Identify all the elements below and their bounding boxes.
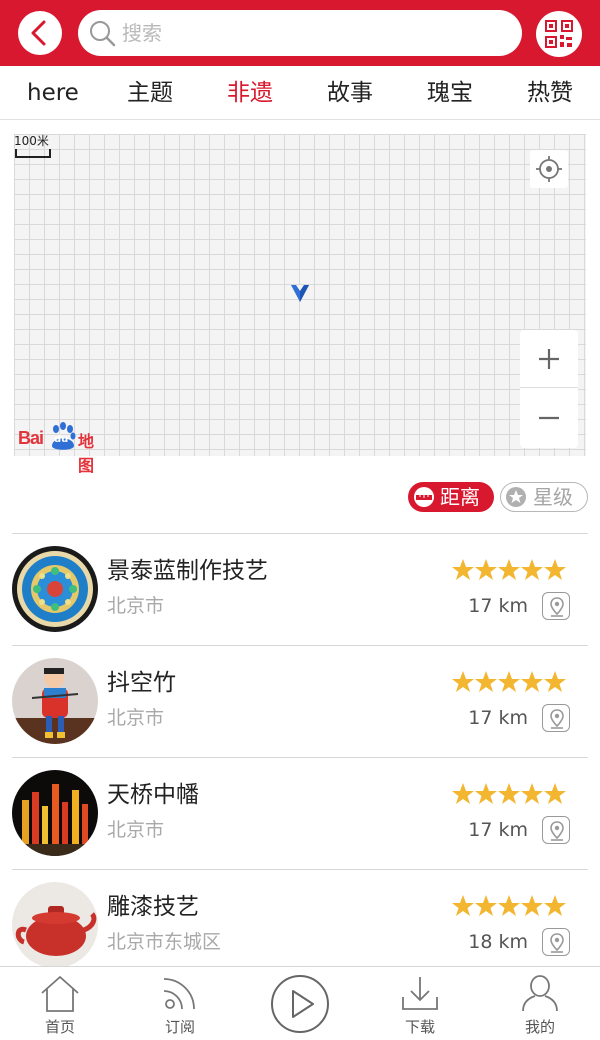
star-icon <box>452 895 474 916</box>
map-pin-button[interactable] <box>542 592 570 620</box>
sort-by-distance-button[interactable]: 距离 <box>408 482 494 512</box>
item-location: 北京市 <box>107 595 165 617</box>
nav-download-label: 下载 <box>404 1018 435 1036</box>
item-distance: 18 km <box>468 931 528 953</box>
star-icon <box>521 671 543 692</box>
search-placeholder: 搜索 <box>122 21 162 45</box>
zoom-in-icon <box>539 349 559 369</box>
star-icon <box>452 559 474 580</box>
star-icon <box>475 895 497 916</box>
star-icon <box>475 559 497 580</box>
tab-treasures[interactable]: 瑰宝 <box>427 78 473 108</box>
item-thumbnail <box>12 546 98 632</box>
play-icon <box>292 990 314 1018</box>
item-thumbnail <box>12 658 98 744</box>
zoom-in-button[interactable] <box>520 330 578 388</box>
nav-download[interactable]: 下载 <box>380 967 460 1040</box>
star-rating <box>451 894 567 918</box>
ruler-icon <box>414 487 434 507</box>
zoom-out-button[interactable] <box>520 389 578 448</box>
nav-mine[interactable]: 我的 <box>500 967 580 1040</box>
item-location: 北京市 <box>107 707 165 729</box>
app-root: 搜索 here 主题 非遗 故事 瑰宝 热赞 100米 Bai du 地图 距离… <box>0 0 600 1040</box>
star-icon <box>475 671 497 692</box>
category-tabs: here 主题 非遗 故事 瑰宝 热赞 <box>0 66 600 120</box>
star-icon <box>452 783 474 804</box>
star-rating <box>451 558 567 582</box>
home-icon <box>41 976 79 1012</box>
zoom-control <box>520 330 578 448</box>
tab-heritage[interactable]: 非遗 <box>227 78 273 108</box>
star-icon <box>544 783 566 804</box>
item-thumbnail <box>12 882 98 968</box>
item-location: 北京市 <box>107 819 165 841</box>
back-button[interactable] <box>18 11 62 55</box>
item-distance: 17 km <box>468 819 528 841</box>
download-icon <box>402 977 438 1010</box>
item-distance: 17 km <box>468 595 528 617</box>
tab-stories[interactable]: 故事 <box>327 78 373 108</box>
header-bar: 搜索 <box>0 0 600 66</box>
star-icon <box>498 671 520 692</box>
search-icon <box>90 21 116 47</box>
map-pin-icon <box>550 709 564 729</box>
rss-icon <box>163 978 195 1010</box>
locate-icon <box>536 156 562 182</box>
tab-popular[interactable]: 热赞 <box>527 78 573 108</box>
map-scale: 100米 <box>14 134 54 160</box>
map-pin-button[interactable] <box>542 928 570 956</box>
star-icon <box>544 559 566 580</box>
star-icon <box>498 783 520 804</box>
star-icon <box>521 895 543 916</box>
map-view[interactable]: 100米 Bai du 地图 <box>14 134 586 475</box>
locate-button[interactable] <box>530 150 568 188</box>
qr-scan-button[interactable] <box>536 11 582 57</box>
star-rating <box>451 670 567 694</box>
star-icon <box>544 895 566 916</box>
star-icon <box>452 671 474 692</box>
nav-subscribe-label: 订阅 <box>164 1018 195 1036</box>
star-icon <box>521 559 543 580</box>
map-pin-icon <box>550 821 564 841</box>
map-pin-button[interactable] <box>542 816 570 844</box>
map-pin-icon <box>550 597 564 617</box>
nav-subscribe[interactable]: 订阅 <box>140 967 220 1040</box>
sort-distance-label: 距离 <box>440 485 480 509</box>
sort-by-stars-button[interactable]: 星级 <box>500 482 588 512</box>
play-button[interactable] <box>271 975 329 1033</box>
star-icon <box>544 671 566 692</box>
map-scale-label: 100米 <box>14 134 49 148</box>
map-scale-bar <box>15 149 51 158</box>
item-title: 景泰蓝制作技艺 <box>107 558 268 584</box>
nav-home-label: 首页 <box>44 1018 75 1036</box>
qr-code-icon <box>545 20 573 48</box>
star-icon <box>475 783 497 804</box>
tab-here[interactable]: here <box>27 78 79 108</box>
star-rating <box>451 782 567 806</box>
user-icon <box>522 975 558 1012</box>
star-icon <box>498 559 520 580</box>
list-item[interactable]: 景泰蓝制作技艺 北京市 17 km <box>0 534 600 646</box>
nav-home[interactable]: 首页 <box>20 967 100 1040</box>
item-title: 雕漆技艺 <box>107 894 199 920</box>
list-item[interactable]: 天桥中幡 北京市 17 km <box>0 758 600 870</box>
map-pin-button[interactable] <box>542 704 570 732</box>
zoom-out-icon <box>539 416 559 420</box>
navigation-arrow-icon <box>291 285 309 302</box>
item-title: 抖空竹 <box>107 670 176 696</box>
search-input[interactable]: 搜索 <box>78 10 522 56</box>
back-icon <box>31 20 46 46</box>
item-distance: 17 km <box>468 707 528 729</box>
list-item[interactable]: 抖空竹 北京市 17 km <box>0 646 600 758</box>
item-thumbnail <box>12 770 98 856</box>
tab-theme[interactable]: 主题 <box>127 78 173 108</box>
item-title: 天桥中幡 <box>107 782 199 808</box>
sort-stars-label: 星级 <box>533 485 573 509</box>
nav-mine-label: 我的 <box>524 1018 555 1036</box>
item-location: 北京市东城区 <box>107 931 222 953</box>
map-pin-icon <box>550 933 564 953</box>
star-badge-icon <box>506 487 526 507</box>
star-icon <box>498 895 520 916</box>
star-icon <box>521 783 543 804</box>
